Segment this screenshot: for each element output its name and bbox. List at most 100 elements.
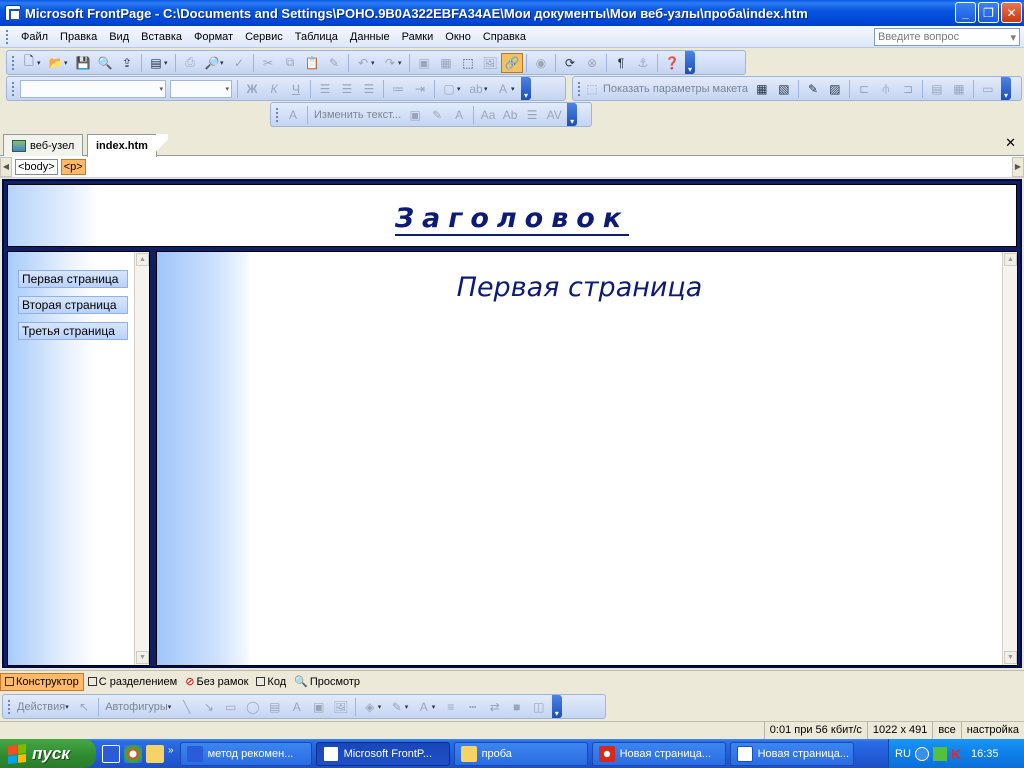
layout-settings-icon[interactable]: ⬚	[584, 79, 600, 99]
tab-design-view[interactable]: Конструктор	[0, 672, 84, 691]
insert-layer-icon[interactable]: ⬚	[457, 53, 479, 73]
search-icon[interactable]: 🔍	[94, 53, 116, 73]
print-icon[interactable]: ⎙	[179, 53, 201, 73]
menu-data[interactable]: Данные	[344, 29, 396, 45]
indent-icon[interactable]: ⇥	[409, 79, 431, 99]
word-quicklaunch-icon[interactable]	[102, 744, 120, 763]
help-dropdown-icon[interactable]: ▾	[1010, 31, 1016, 44]
toolbar-overflow-icon[interactable]: ▾	[551, 695, 562, 718]
nav-button-third-page[interactable]: Третья страница	[18, 322, 128, 340]
scroll-up-icon[interactable]: ▲	[136, 253, 149, 266]
gallery-icon[interactable]: ▣	[404, 105, 426, 125]
font-color-icon[interactable]: A	[492, 79, 514, 99]
select-objects-icon[interactable]: ↖	[73, 697, 95, 717]
align-center-icon[interactable]: ☰	[336, 79, 358, 99]
folder-quicklaunch-icon[interactable]	[146, 744, 164, 763]
menu-frames[interactable]: Рамки	[396, 29, 440, 45]
paste-icon[interactable]: 📋	[301, 53, 323, 73]
main-frame[interactable]: Первая страница ▲ ▼	[156, 251, 1018, 666]
tag-scroll-left-icon[interactable]: ◀	[0, 156, 12, 177]
font-color-icon[interactable]: A	[413, 697, 435, 717]
rectangle-icon[interactable]: ▭	[220, 697, 242, 717]
table-autofit-icon[interactable]: ▭	[977, 79, 999, 99]
toolbar-grip[interactable]	[12, 55, 15, 70]
align-left-icon[interactable]: ☰	[314, 79, 336, 99]
tab-website[interactable]: веб-узел	[3, 134, 84, 156]
tray-network-icon[interactable]	[932, 746, 947, 761]
toggle-pane-icon[interactable]: ▤	[145, 53, 167, 73]
settings-status[interactable]: настройка	[960, 722, 1024, 739]
underline-button[interactable]: Ч	[285, 79, 307, 99]
style-combo[interactable]: ▾	[20, 79, 166, 98]
tab-index-htm[interactable]: index.htm	[87, 134, 168, 157]
dash-style-icon[interactable]: ┅	[462, 697, 484, 717]
save-icon[interactable]: 💾	[72, 53, 94, 73]
toolbar-grip[interactable]	[8, 699, 11, 714]
insert-picture-icon[interactable]: 🖼	[479, 53, 501, 73]
tag-body[interactable]: <body>	[15, 158, 58, 175]
help-icon[interactable]: ❓	[661, 53, 683, 73]
menu-insert[interactable]: Вставка	[135, 29, 188, 45]
task-folder-proba[interactable]: проба	[453, 741, 588, 766]
cell-format-icon[interactable]: ▨	[824, 79, 846, 99]
header-frame[interactable]: Заголовок	[7, 184, 1017, 247]
picture-icon[interactable]: 🖼	[330, 697, 352, 717]
web-component-icon[interactable]: ▣	[413, 53, 435, 73]
toolbar-overflow-icon[interactable]: ▾	[685, 51, 695, 74]
format-painter-icon[interactable]: ✎	[323, 53, 345, 73]
task-word-doc[interactable]: метод рекомен...	[179, 741, 312, 766]
restore-button[interactable]: ❐	[978, 2, 999, 23]
quicklaunch-more-icon[interactable]: »	[168, 745, 174, 763]
menu-help[interactable]: Справка	[477, 29, 532, 45]
cut-icon[interactable]: ✂	[257, 53, 279, 73]
split-cells-icon[interactable]: ⊏	[853, 79, 875, 99]
task-browser-2[interactable]: Новая страница...	[729, 741, 854, 766]
arrow-style-icon[interactable]: ⇄	[484, 697, 506, 717]
layout-settings-label[interactable]: Показать параметры макета	[600, 83, 751, 95]
same-height-icon[interactable]: Aa	[477, 105, 499, 125]
publish-icon[interactable]: ⇪	[116, 53, 138, 73]
menu-window[interactable]: Окно	[439, 29, 477, 45]
toolbar-overflow-icon[interactable]: ▾	[521, 77, 531, 100]
draw-layout-cell-icon[interactable]: ▧	[773, 79, 795, 99]
tab-split-view[interactable]: С разделением	[84, 673, 182, 691]
menu-grip[interactable]	[6, 29, 9, 44]
highlight-icon[interactable]: ab	[465, 79, 487, 99]
tab-preview[interactable]: 🔍 Просмотр	[290, 673, 364, 691]
line-color-icon[interactable]: ✎	[386, 697, 408, 717]
tab-code-view[interactable]: Код	[252, 673, 290, 691]
menu-table[interactable]: Таблица	[289, 29, 344, 45]
italic-button[interactable]: К	[263, 79, 285, 99]
oval-icon[interactable]: ◯	[242, 697, 264, 717]
browser-quicklaunch-icon[interactable]	[124, 744, 142, 763]
close-window-button[interactable]: ✕	[1001, 2, 1022, 23]
hyperlink-icon[interactable]: 🔗	[501, 52, 523, 73]
navigation-frame[interactable]: Первая страница Вторая страница Третья с…	[7, 251, 150, 666]
shadow-icon[interactable]: ■	[506, 697, 528, 717]
help-question-input[interactable]: Введите вопрос ▾	[874, 28, 1020, 46]
close-document-icon[interactable]: ✕	[1005, 135, 1016, 151]
font-combo[interactable]: ▾	[170, 79, 232, 98]
redo-icon[interactable]: ↷	[379, 53, 401, 73]
open-folder-icon[interactable]: 📂	[45, 53, 67, 73]
page-size-status[interactable]: 1022 x 491	[866, 722, 932, 739]
antivirus-icon[interactable]: K	[951, 746, 961, 762]
bold-button[interactable]: Ж	[241, 79, 263, 99]
scroll-down-icon[interactable]: ▼	[136, 651, 149, 664]
toolbar-overflow-icon[interactable]: ▾	[567, 103, 578, 126]
menu-tools[interactable]: Сервис	[239, 29, 289, 45]
task-browser-1[interactable]: Новая страница...	[591, 741, 726, 766]
scroll-down-icon[interactable]: ▼	[1004, 651, 1017, 664]
spelling-icon[interactable]: ✓	[228, 53, 250, 73]
toolbar-overflow-icon[interactable]: ▾	[1000, 77, 1011, 100]
stop-icon[interactable]: ⊗	[581, 53, 603, 73]
actions-menu[interactable]: Действия	[14, 701, 68, 713]
copy-icon[interactable]: ⧉	[279, 53, 301, 73]
task-frontpage[interactable]: Microsoft FrontP...	[315, 741, 450, 766]
toolbar-grip[interactable]	[276, 107, 279, 122]
format-icon[interactable]: ✎	[426, 105, 448, 125]
autoshapes-dropdown-icon[interactable]: ▾	[168, 703, 176, 711]
tag-scroll-right-icon[interactable]: ▶	[1012, 156, 1024, 177]
edit-text-label[interactable]: Изменить текст...	[311, 109, 404, 121]
actions-dropdown-icon[interactable]: ▾	[65, 703, 73, 711]
